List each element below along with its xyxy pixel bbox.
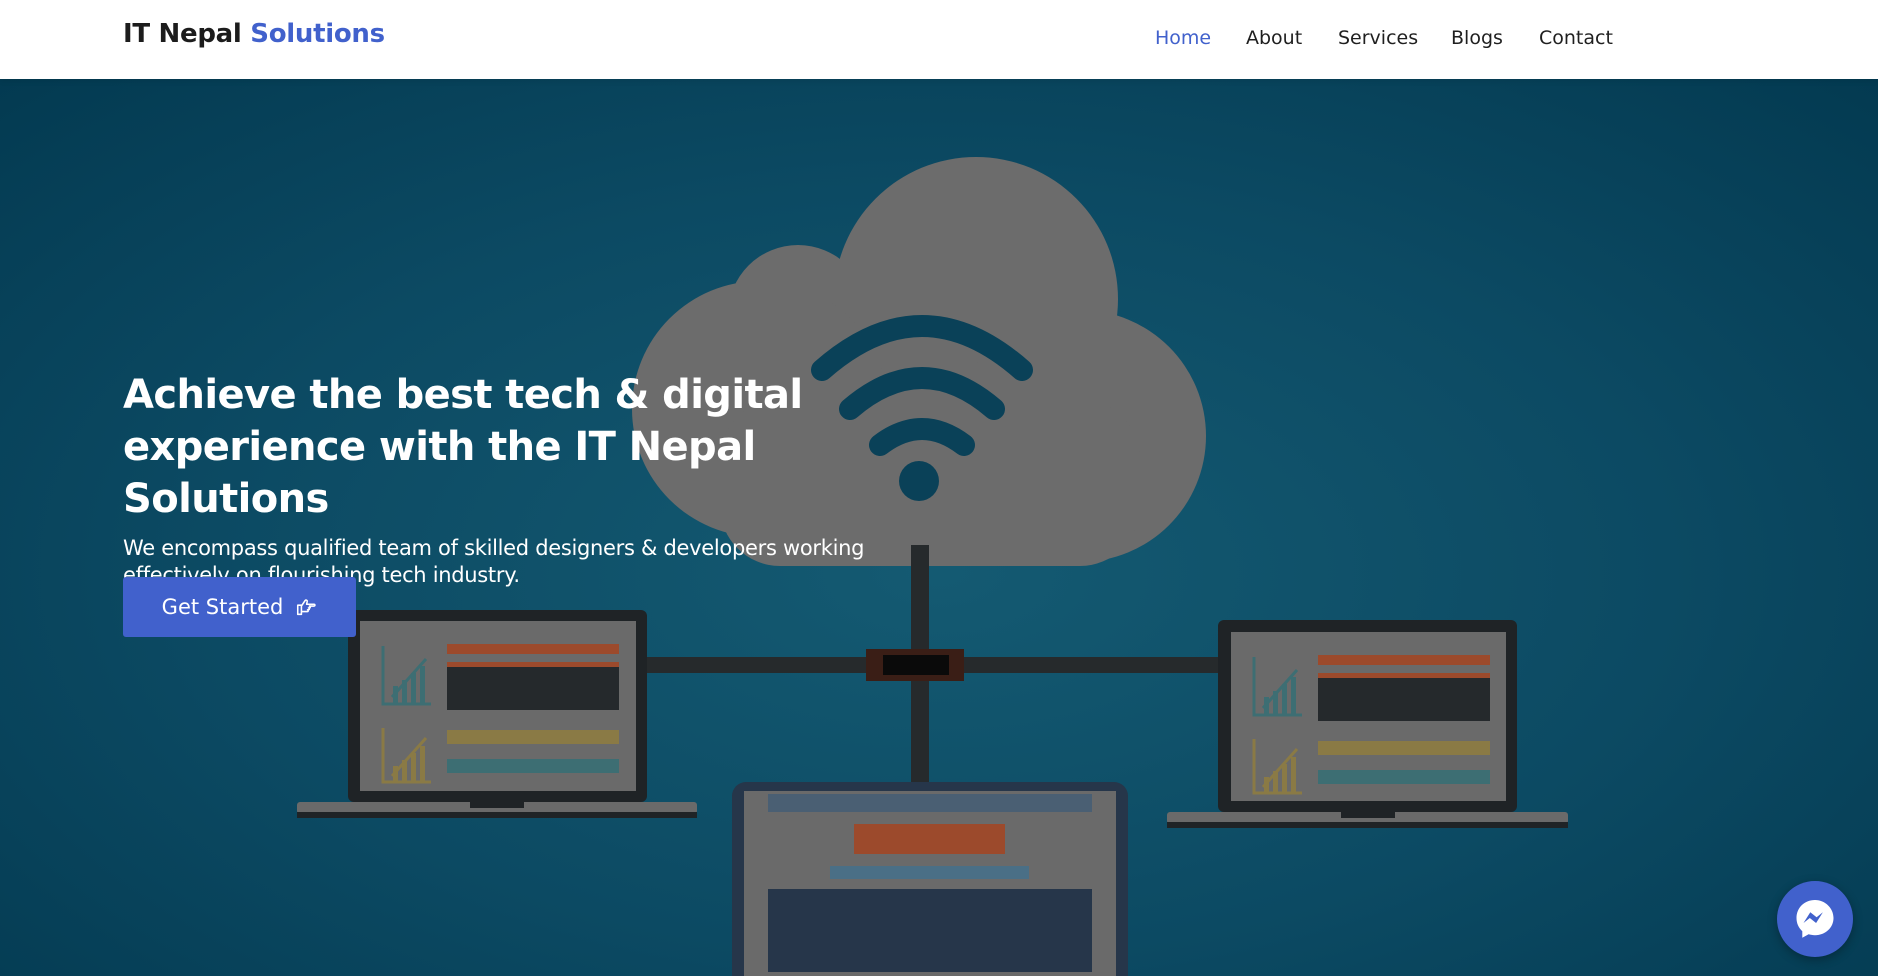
get-started-label: Get Started bbox=[161, 595, 284, 619]
hero-title: Achieve the best tech & digital experien… bbox=[123, 369, 963, 525]
main-nav: Home About Services Blogs Contact bbox=[0, 0, 1878, 79]
hero-title-line2: experience with the IT Nepal Solutions bbox=[123, 424, 756, 522]
top-navbar: IT Nepal Solutions Home About Services B… bbox=[0, 0, 1878, 79]
bottom-monitor bbox=[732, 782, 1128, 976]
nav-home[interactable]: Home bbox=[1155, 27, 1211, 49]
messenger-chat-button[interactable] bbox=[1777, 881, 1853, 957]
nav-about[interactable]: About bbox=[1246, 27, 1302, 49]
nav-services[interactable]: Services bbox=[1338, 27, 1418, 49]
nav-blogs[interactable]: Blogs bbox=[1451, 27, 1503, 49]
left-laptop bbox=[297, 610, 697, 818]
hero-title-line1: Achieve the best tech & digital bbox=[123, 372, 803, 418]
hero-text: Achieve the best tech & digital experien… bbox=[123, 369, 1023, 589]
nav-contact[interactable]: Contact bbox=[1539, 27, 1613, 49]
hero-subtitle-line1: We encompass qualified team of skilled d… bbox=[123, 536, 865, 560]
hero-section: Achieve the best tech & digital experien… bbox=[0, 79, 1878, 976]
right-laptop bbox=[1167, 620, 1568, 828]
get-started-button[interactable]: Get Started bbox=[123, 577, 356, 637]
hand-point-right-icon bbox=[297, 599, 317, 616]
messenger-icon bbox=[1796, 900, 1834, 938]
